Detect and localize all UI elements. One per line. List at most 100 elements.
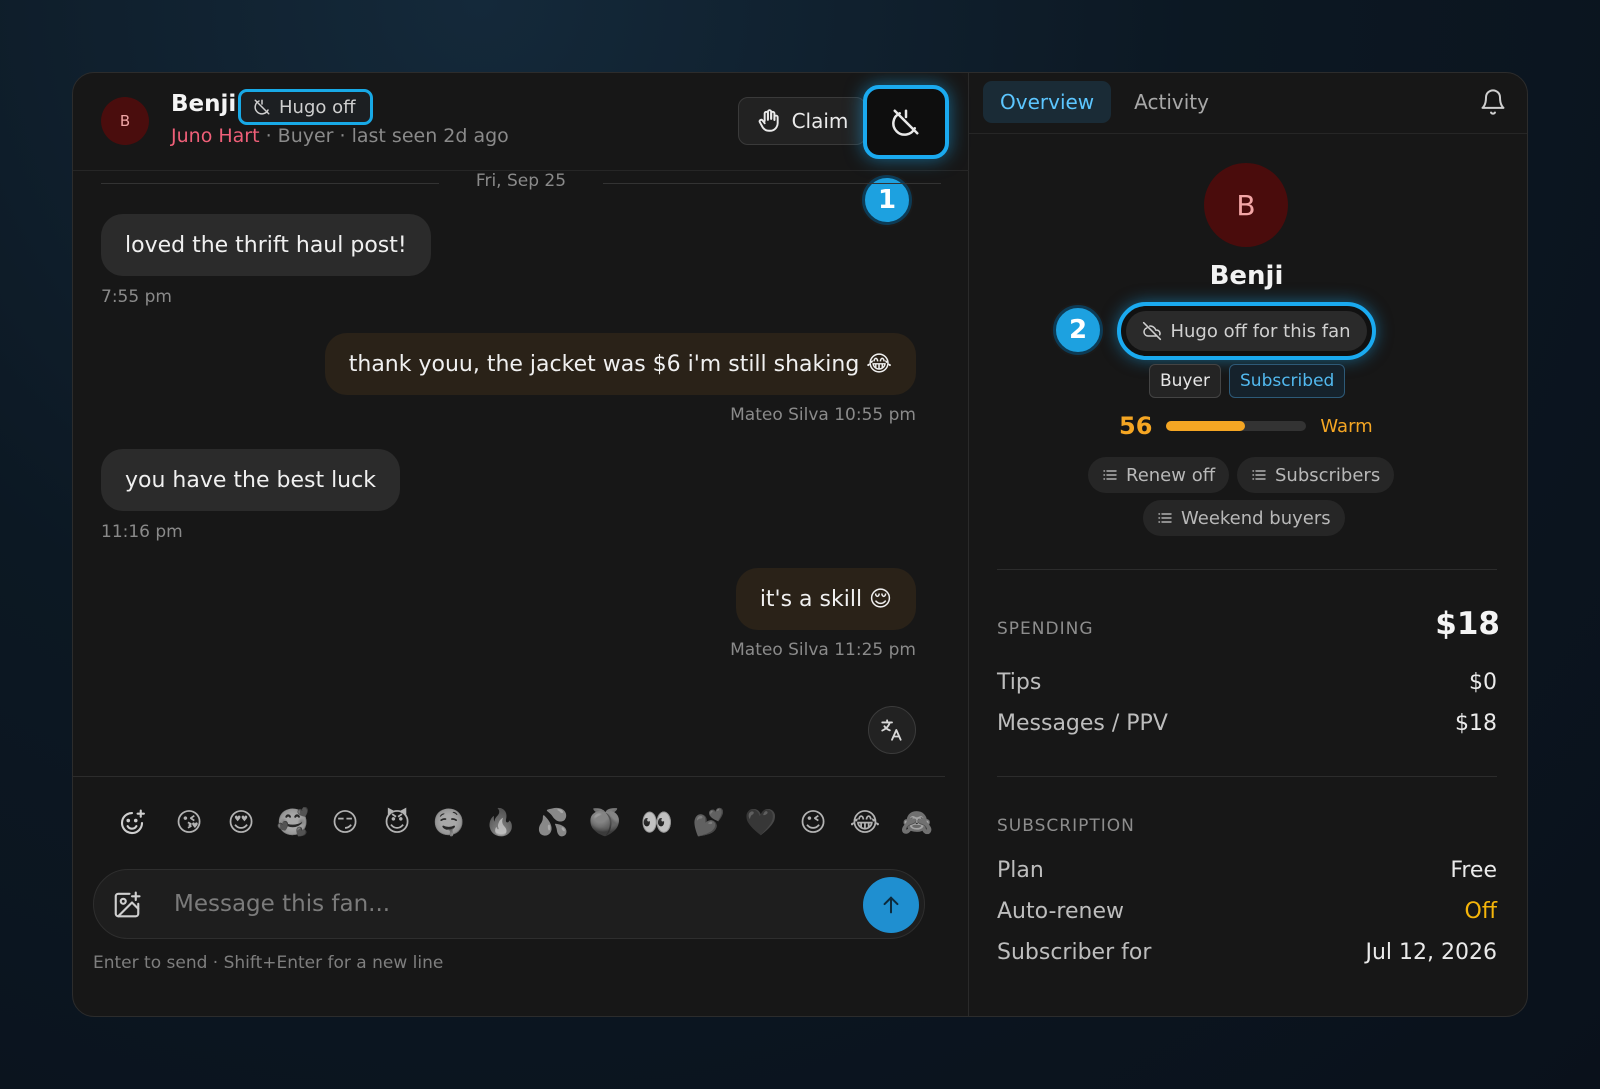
translate-icon (881, 719, 902, 741)
hugo-toggle-button[interactable] (863, 85, 949, 159)
emoji-button[interactable]: 😂 (839, 803, 891, 843)
score-bar-fill (1166, 421, 1245, 431)
panel-divider (969, 133, 1527, 134)
list-chip-subscribers[interactable]: Subscribers (1237, 457, 1395, 493)
row-value: Jul 12, 2026 (1365, 939, 1497, 965)
subscription-row: Auto-renew Off (997, 894, 1497, 928)
details-tabs: Overview Activity (983, 81, 1226, 123)
callout-badge-2: 2 (1053, 305, 1103, 355)
composer-divider (73, 776, 945, 777)
spending-total: $18 (1435, 606, 1500, 642)
emoji-button[interactable]: 😘 (163, 803, 215, 843)
message-bubble[interactable]: thank youu, the jacket was $6 i'm still … (324, 333, 916, 395)
row-value: $0 (1469, 669, 1497, 695)
message-input[interactable] (174, 884, 854, 924)
hugo-off-for-fan-toggle[interactable]: Hugo off for this fan (1117, 302, 1376, 360)
message-time: 7:55 pm (101, 287, 172, 307)
hugo-status-label: Hugo off (279, 96, 356, 118)
emoji-picker-button[interactable] (101, 803, 163, 843)
tab-overview[interactable]: Overview (983, 81, 1112, 123)
app-window: B Benji Hugo off Juno Hart · Buyer · las… (72, 72, 1528, 1017)
score-value: 56 (1119, 412, 1153, 440)
chat-header: B Benji Hugo off Juno Hart · Buyer · las… (73, 73, 969, 171)
list-chip-weekend-buyers[interactable]: Weekend buyers (1143, 500, 1345, 536)
hugo-off-icon (892, 109, 919, 136)
send-button[interactable] (863, 877, 919, 933)
tag-subscribed[interactable]: Subscribed (1229, 364, 1346, 398)
profile-avatar[interactable]: B (1204, 163, 1288, 247)
fan-avatar[interactable]: B (101, 97, 149, 145)
list-icon (1252, 470, 1266, 480)
date-label: Fri, Sep 25 (475, 171, 567, 191)
translate-button[interactable] (868, 706, 916, 754)
subscription-row: Plan Free (997, 853, 1497, 887)
row-value: $18 (1455, 710, 1497, 736)
message-bubble[interactable]: it's a skill 😌 (735, 568, 916, 630)
list-chip-renew-off[interactable]: Renew off (1088, 457, 1230, 493)
row-key: Messages / PPV (997, 710, 1168, 736)
claim-label: Claim (791, 109, 849, 133)
date-separator: Fri, Sep 25 (101, 171, 941, 197)
fan-name[interactable]: Benji (171, 91, 236, 117)
message-bubble[interactable]: loved the thrift haul post! (101, 214, 431, 276)
hugo-status-pill[interactable]: Hugo off (238, 89, 373, 125)
bell-icon[interactable] (1479, 87, 1507, 117)
creator-name[interactable]: Juno Hart (171, 125, 260, 147)
emoji-button[interactable]: 🥰 (267, 803, 319, 843)
engagement-score: 56 Warm (1119, 411, 1373, 441)
composer-hint: Enter to send · Shift+Enter for a new li… (93, 953, 444, 973)
emoji-button[interactable]: 😍 (215, 803, 267, 843)
emoji-button[interactable]: 🤤 (423, 803, 475, 843)
emoji-button[interactable]: 🖤 (735, 803, 787, 843)
message-meta: Mateo Silva 10:55 pm (730, 405, 916, 425)
score-label: Warm (1320, 415, 1373, 437)
emoji-button[interactable]: 🙈 (891, 803, 943, 843)
spending-row: Messages / PPV $18 (997, 706, 1497, 740)
list-chip-label: Weekend buyers (1181, 507, 1331, 529)
chat-panel: B Benji Hugo off Juno Hart · Buyer · las… (73, 73, 969, 1016)
emoji-button[interactable]: 💕 (683, 803, 735, 843)
emoji-button[interactable]: 😉 (787, 803, 839, 843)
score-bar (1166, 421, 1307, 431)
list-icon (1103, 470, 1117, 480)
claim-button[interactable]: Claim (738, 97, 866, 145)
row-key: Plan (997, 857, 1044, 883)
fan-status-text: · Buyer · last seen 2d ago (259, 125, 509, 147)
spending-row: Tips $0 (997, 665, 1497, 699)
emoji-button[interactable]: 👀 (631, 803, 683, 843)
hugo-fan-label: Hugo off for this fan (1170, 320, 1351, 342)
message-meta: Mateo Silva 11:25 pm (730, 640, 916, 660)
list-icon (1158, 513, 1172, 523)
emoji-button[interactable]: 🍑 (579, 803, 631, 843)
emoji-bar: 😘 😍 🥰 😏 😈 🤤 🔥 💦 🍑 👀 💕 🖤 😉 😂 🙈 (101, 803, 943, 843)
row-value: Free (1450, 857, 1497, 883)
fan-subline: Juno Hart · Buyer · last seen 2d ago (171, 125, 509, 147)
list-chip-label: Subscribers (1275, 464, 1381, 486)
arrow-up-icon (883, 896, 899, 914)
emoji-button[interactable]: 🔥 (475, 803, 527, 843)
message-bubble[interactable]: you have the best luck (101, 449, 400, 511)
cloud-off-icon (1143, 321, 1162, 341)
auto-renew-value: Off (1464, 898, 1497, 924)
section-divider (997, 569, 1497, 570)
smiley-plus-icon (120, 809, 145, 835)
hugo-off-icon (254, 99, 270, 115)
row-key: Auto-renew (997, 898, 1124, 924)
row-key: Subscriber for (997, 939, 1152, 965)
hugo-fan-pill: Hugo off for this fan (1126, 311, 1367, 351)
emoji-button[interactable]: 😏 (319, 803, 371, 843)
spending-section-label: SPENDING (997, 619, 1094, 639)
section-divider (997, 776, 1497, 777)
image-upload-icon[interactable] (112, 890, 142, 920)
list-chip-label: Renew off (1126, 464, 1216, 486)
subscription-row: Subscriber for Jul 12, 2026 (997, 935, 1497, 969)
message-time: 11:16 pm (101, 522, 183, 542)
profile-name: Benji (1209, 261, 1284, 291)
emoji-button[interactable]: 😈 (371, 803, 423, 843)
row-key: Tips (997, 669, 1042, 695)
tab-activity[interactable]: Activity (1117, 81, 1226, 123)
hand-icon (758, 109, 779, 132)
tag-buyer[interactable]: Buyer (1149, 364, 1221, 398)
emoji-button[interactable]: 💦 (527, 803, 579, 843)
subscription-section-label: SUBSCRIPTION (997, 816, 1135, 836)
